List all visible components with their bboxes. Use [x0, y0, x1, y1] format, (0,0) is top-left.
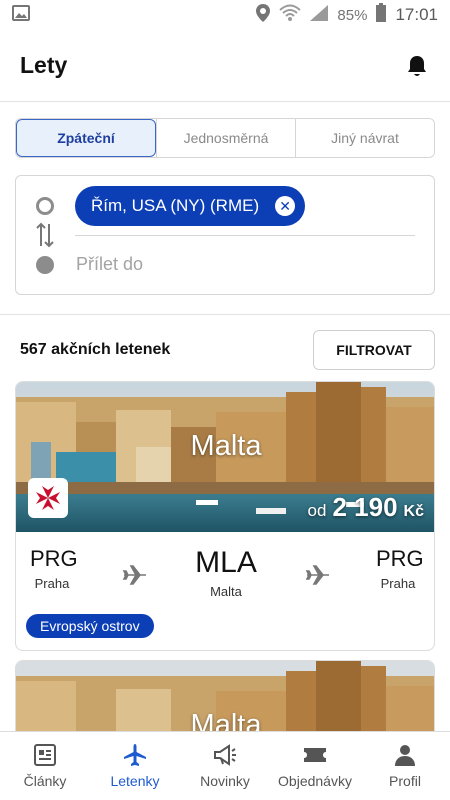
megaphone-icon — [214, 744, 236, 766]
nav-label: Články — [23, 773, 67, 789]
plane-icon — [122, 562, 148, 588]
bell-icon[interactable] — [404, 53, 430, 79]
tab-round-trip[interactable]: Zpáteční — [16, 119, 156, 157]
destination-code: MLA — [195, 546, 257, 579]
bottom-navigation: Články Letenky Novinky Objednávky Profil — [0, 731, 450, 800]
nav-label: Objednávky — [278, 773, 352, 789]
return-city: Praha — [380, 576, 416, 591]
signal-icon — [309, 4, 329, 26]
swap-icon[interactable] — [34, 220, 56, 250]
trip-type-tabs: Zpáteční Jednosměrná Jiný návrat — [15, 118, 435, 158]
page-title: Lety — [20, 52, 68, 78]
nav-item-news[interactable]: Novinky — [180, 732, 270, 800]
maltese-cross-icon — [28, 478, 68, 518]
nav-label: Letenky — [110, 773, 160, 789]
destination-photo: Malta od 2 190 Kč — [16, 382, 434, 532]
nav-item-articles[interactable]: Články — [0, 732, 90, 800]
flight-route: PRG Praha MLA Malta PRG Praha — [16, 532, 434, 612]
plane-icon — [305, 562, 331, 588]
route-selector: Řím, USA (NY) (RME) ✕ Přílet do — [15, 175, 435, 295]
status-bar: 85% 17:01 — [0, 0, 450, 30]
app-bar: Lety — [0, 30, 450, 102]
results-bar: 567 akčních letenek FILTROVAT — [20, 330, 435, 370]
origin-chip-label: Řím, USA (NY) (RME) — [91, 196, 260, 215]
departure-city: Praha — [34, 576, 70, 591]
ticket-icon — [304, 748, 326, 762]
destination-airport: MLA Malta — [186, 546, 266, 599]
person-icon — [395, 745, 415, 766]
price-amount: 2 190 — [332, 492, 398, 522]
location-icon — [255, 3, 271, 27]
destination-name: Malta — [190, 430, 262, 462]
plane-icon — [124, 744, 146, 766]
price-tag: od 2 190 Kč — [308, 492, 424, 523]
articles-icon — [34, 744, 56, 766]
departure-airport: PRG Praha — [30, 546, 78, 591]
origin-marker-icon — [36, 197, 54, 215]
nav-label: Profil — [389, 773, 421, 789]
price-prefix: od — [307, 501, 327, 520]
origin-chip[interactable]: Řím, USA (NY) (RME) ✕ — [75, 186, 306, 226]
battery-icon — [375, 3, 387, 27]
clock: 17:01 — [395, 5, 438, 24]
remove-origin-icon[interactable]: ✕ — [275, 196, 296, 216]
nav-item-orders[interactable]: Objednávky — [270, 732, 360, 800]
nav-label: Novinky — [200, 773, 250, 789]
category-badge: Evropský ostrov — [26, 614, 154, 638]
nav-item-profile[interactable]: Profil — [360, 732, 450, 800]
route-divider — [75, 235, 415, 236]
filter-button[interactable]: FILTROVAT — [313, 330, 435, 370]
destination-photo: Malta — [16, 661, 434, 734]
destination-input[interactable]: Přílet do — [76, 254, 143, 275]
return-airport: PRG Praha — [376, 546, 424, 591]
return-code: PRG — [376, 546, 424, 571]
destination-marker-icon — [36, 256, 54, 274]
section-divider — [0, 314, 450, 315]
departure-code: PRG — [30, 546, 78, 571]
results-count: 567 akčních letenek — [20, 341, 171, 358]
deal-card[interactable]: Malta od 2 190 Kč PRG Praha MLA Malta PR… — [15, 381, 435, 651]
destination-city: Malta — [210, 584, 242, 599]
tab-one-way[interactable]: Jednosměrná — [156, 119, 295, 157]
price-currency: Kč — [403, 503, 424, 520]
nav-item-tickets[interactable]: Letenky — [90, 732, 180, 800]
tab-other-return[interactable]: Jiný návrat — [295, 119, 434, 157]
deal-card[interactable]: Malta — [15, 660, 435, 735]
wifi-icon — [279, 4, 302, 26]
battery-label: 85% — [337, 6, 368, 24]
image-icon — [12, 5, 30, 25]
